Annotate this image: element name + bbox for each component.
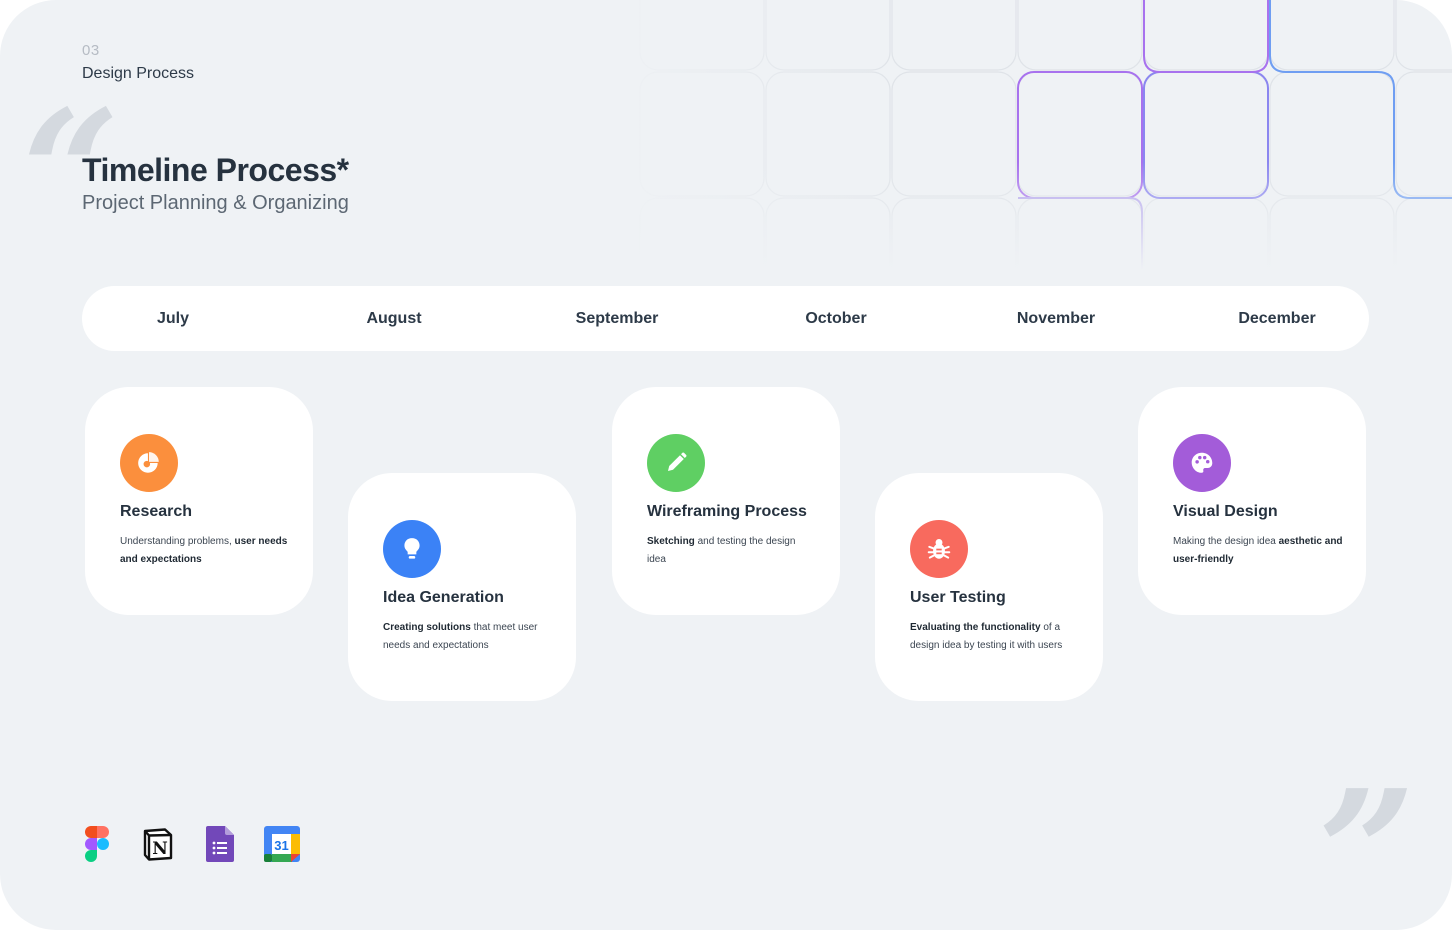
month-label: November — [1016, 310, 1096, 327]
page-subtitle: Project Planning & Organizing — [82, 192, 349, 214]
bug-icon — [910, 520, 968, 578]
figma-icon — [79, 826, 115, 862]
month-label: October — [805, 310, 867, 327]
timeline-card-research: Research Understanding problems, user ne… — [85, 387, 313, 615]
page-title: Timeline Process* — [82, 152, 349, 188]
section-number: 03 — [82, 42, 100, 59]
timeline-card-idea-generation: Idea Generation Creating solutions that … — [348, 473, 576, 701]
calendar-glyph: 31 — [274, 838, 288, 853]
month-label: July — [156, 310, 189, 327]
timeline-card-wireframing: Wireframing Process Sketching and testin… — [612, 387, 840, 615]
card-title: Research — [120, 503, 193, 520]
google-forms-icon — [202, 826, 238, 862]
card-title: Visual Design — [1173, 503, 1278, 520]
notion-icon: N — [140, 826, 176, 862]
card-description: Making the design idea aesthetic and use… — [1173, 536, 1343, 565]
lightbulb-icon — [383, 520, 441, 578]
card-description: Creating solutions that meet user needs … — [383, 622, 538, 651]
month-label: September — [575, 310, 659, 327]
google-calendar-icon: 31 — [264, 826, 300, 862]
month-label: December — [1238, 310, 1316, 327]
card-title: Wireframing Process — [647, 503, 807, 520]
timeline-card-visual-design: Visual Design Making the design idea aes… — [1138, 387, 1366, 615]
card-description: Evaluating the functionality of a design… — [910, 622, 1063, 651]
quote-mark-close: ” — [1318, 753, 1416, 930]
timeline-card-user-testing: User Testing Evaluating the functionalit… — [875, 473, 1103, 701]
card-description: Understanding problems, user needs and e… — [120, 536, 288, 565]
palette-icon — [1173, 434, 1231, 492]
card-title: User Testing — [910, 589, 1006, 606]
pie-chart-icon — [120, 434, 178, 492]
decorative-grid — [600, 0, 1452, 270]
month-label: August — [366, 310, 422, 327]
timeline-month-bar: July August September October November D… — [82, 286, 1369, 351]
notion-glyph: N — [152, 839, 168, 859]
pencil-icon — [647, 434, 705, 492]
slide-frame: 03 Design Process “ Timeline Process* Pr… — [0, 0, 1452, 930]
card-description: Sketching and testing the design idea — [647, 536, 796, 565]
card-title: Idea Generation — [383, 589, 504, 606]
